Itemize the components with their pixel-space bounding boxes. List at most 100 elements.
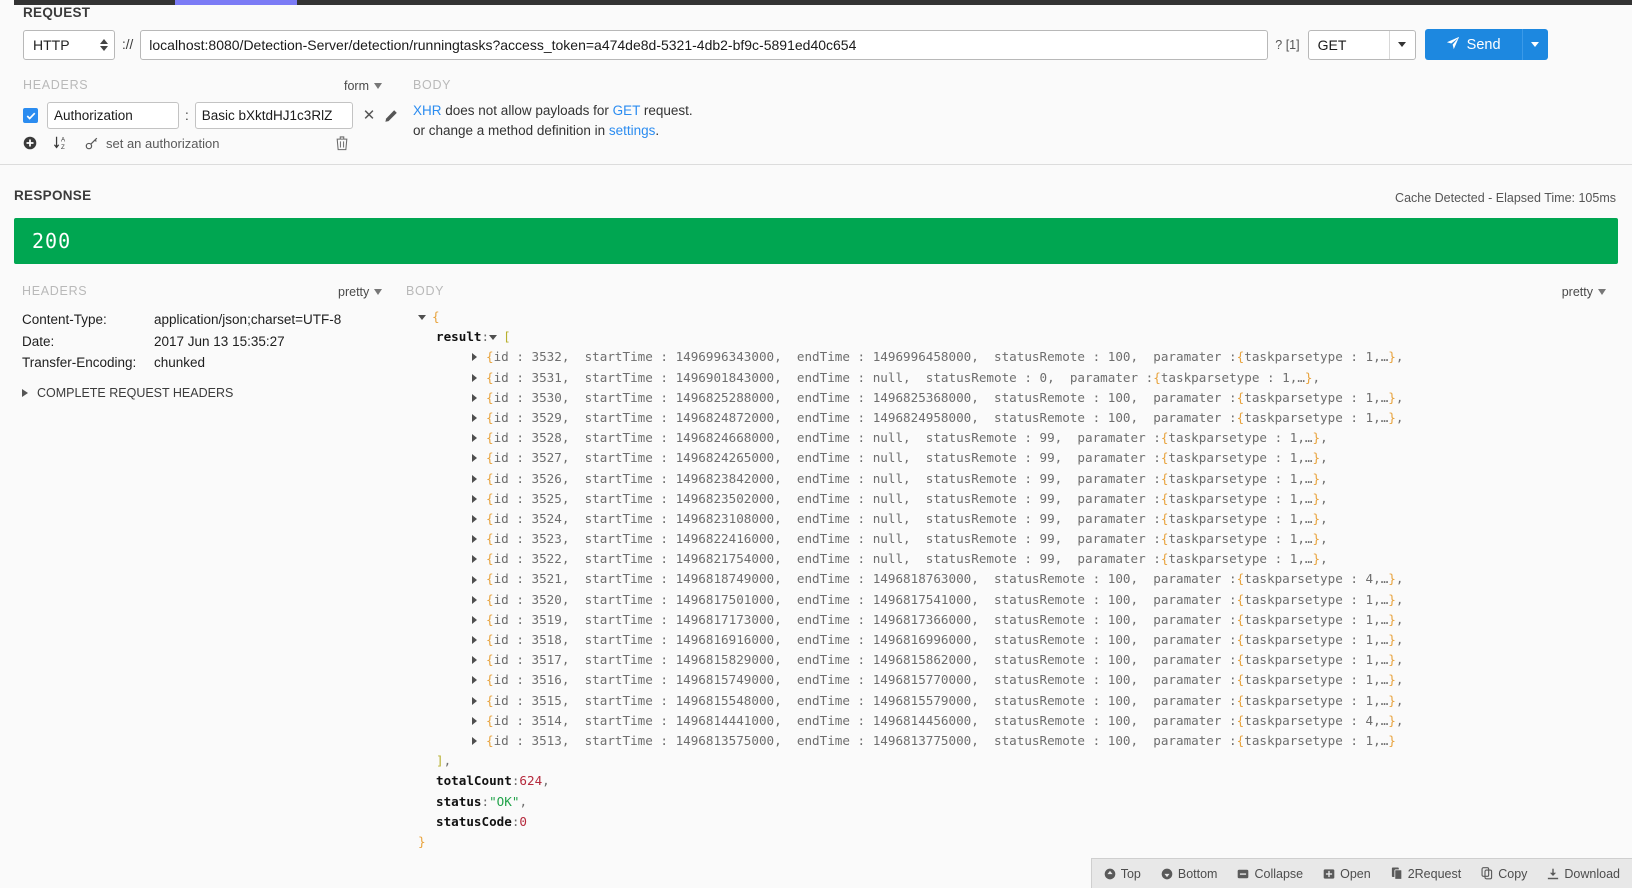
- chevron-right-icon[interactable]: [472, 373, 486, 382]
- json-root-open[interactable]: {: [418, 307, 1622, 327]
- json-result-row[interactable]: { id : 3528, startTime : 1496824668000, …: [418, 428, 1622, 448]
- request-headers-label: HEADERS: [23, 78, 89, 92]
- request-panel: REQUEST HTTP :// localhost:8080/Detectio…: [0, 5, 1632, 165]
- request-body-label: BODY: [413, 78, 452, 92]
- json-result-row[interactable]: { id : 3529, startTime : 1496824872000, …: [418, 408, 1622, 428]
- body-note-mid: does not allow payloads for: [441, 103, 613, 118]
- toolbar-item-label: Open: [1340, 866, 1371, 881]
- json-result-row[interactable]: { id : 3531, startTime : 1496901843000, …: [418, 368, 1622, 388]
- chevron-right-icon[interactable]: [472, 656, 486, 665]
- chevron-right-icon[interactable]: [472, 514, 486, 523]
- toolbar-item-label: Download: [1564, 866, 1620, 881]
- sort-az-icon[interactable]: AZ: [53, 135, 69, 151]
- protocol-select[interactable]: HTTP: [23, 29, 115, 60]
- chevron-right-icon[interactable]: [472, 575, 486, 584]
- method-value: GET: [1317, 36, 1347, 53]
- chevron-right-icon[interactable]: [472, 474, 486, 483]
- url-input[interactable]: localhost:8080/Detection-Server/detectio…: [140, 29, 1269, 60]
- chevron-right-icon[interactable]: [472, 615, 486, 624]
- json-result-row[interactable]: { id : 3516, startTime : 1496815749000, …: [418, 670, 1622, 690]
- toolbar-bottom-button[interactable]: Bottom: [1161, 867, 1217, 881]
- json-result-row[interactable]: { id : 3517, startTime : 1496815829000, …: [418, 650, 1622, 670]
- copy-icon: [1481, 867, 1493, 880]
- toolbar-open-button[interactable]: Open: [1323, 867, 1371, 881]
- complete-request-headers-toggle[interactable]: COMPLETE REQUEST HEADERS: [22, 386, 233, 400]
- chevron-right-icon[interactable]: [472, 393, 486, 402]
- response-header-row: Date: 2017 Jun 13 15:35:27: [22, 331, 341, 353]
- send-label: Send: [1466, 36, 1501, 53]
- json-result-row[interactable]: { id : 3532, startTime : 1496996343000, …: [418, 347, 1622, 367]
- toolbar-collapse-button[interactable]: Collapse: [1237, 867, 1303, 881]
- json-result-row[interactable]: { id : 3519, startTime : 1496817173000, …: [418, 610, 1622, 630]
- method-caret-icon[interactable]: [1388, 30, 1415, 59]
- json-result-row[interactable]: { id : 3520, startTime : 1496817501000, …: [418, 590, 1622, 610]
- response-body-mode-dropdown[interactable]: pretty: [1562, 285, 1606, 299]
- protocol-value: HTTP: [33, 36, 70, 53]
- request-headers-mode-dropdown[interactable]: form: [344, 79, 382, 93]
- chevron-right-icon[interactable]: [472, 494, 486, 503]
- url-value: localhost:8080/Detection-Server/detectio…: [149, 36, 857, 53]
- get-method-link[interactable]: GET: [613, 103, 641, 118]
- json-result-row[interactable]: { id : 3521, startTime : 1496818749000, …: [418, 569, 1622, 589]
- json-result-row[interactable]: { id : 3526, startTime : 1496823842000, …: [418, 469, 1622, 489]
- key-icon: [85, 136, 99, 150]
- json-result-row[interactable]: { id : 3518, startTime : 1496816916000, …: [418, 630, 1622, 650]
- response-headers-mode-dropdown[interactable]: pretty: [338, 285, 383, 299]
- xhr-link[interactable]: XHR: [413, 103, 442, 118]
- chevron-right-icon[interactable]: [472, 434, 486, 443]
- complete-request-headers-label: COMPLETE REQUEST HEADERS: [37, 386, 234, 400]
- svg-text:A: A: [61, 137, 66, 144]
- chevron-right-icon[interactable]: [472, 636, 486, 645]
- json-body-viewer[interactable]: {result : [{ id : 3532, startTime : 1496…: [418, 307, 1622, 858]
- json-result-row[interactable]: { id : 3525, startTime : 1496823502000, …: [418, 489, 1622, 509]
- chevron-right-icon[interactable]: [472, 716, 486, 725]
- response-headers-mode-value: pretty: [338, 285, 370, 299]
- json-result-row[interactable]: { id : 3527, startTime : 1496824265000, …: [418, 448, 1622, 468]
- json-result-row[interactable]: { id : 3530, startTime : 1496825288000, …: [418, 388, 1622, 408]
- chevron-right-icon[interactable]: [472, 696, 486, 705]
- chevron-right-icon[interactable]: [472, 414, 486, 423]
- toolbar-2request-button[interactable]: 2Request: [1391, 867, 1461, 881]
- chevron-right-icon[interactable]: [472, 595, 486, 604]
- add-header-icon[interactable]: [23, 136, 37, 150]
- json-result-key-line[interactable]: result : [: [418, 327, 1622, 347]
- method-select[interactable]: GET: [1307, 29, 1416, 60]
- json-result-row[interactable]: { id : 3514, startTime : 1496814441000, …: [418, 711, 1622, 731]
- send-plane-icon: [1446, 36, 1460, 54]
- header-row: Authorization : Basic bXktdHJ1c3RlZ ✕: [23, 102, 398, 129]
- toolbar-copy-button[interactable]: Copy: [1481, 867, 1527, 881]
- body-note-post: request.: [640, 103, 693, 118]
- chevron-right-icon[interactable]: [472, 535, 486, 544]
- chevron-right-icon[interactable]: [472, 737, 486, 746]
- chevron-right-icon[interactable]: [472, 676, 486, 685]
- status-bar: 200: [14, 218, 1618, 264]
- chevron-right-icon[interactable]: [472, 353, 486, 362]
- send-button[interactable]: Send: [1424, 29, 1522, 60]
- json-result-row[interactable]: { id : 3515, startTime : 1496815548000, …: [418, 691, 1622, 711]
- json-result-row[interactable]: { id : 3513, startTime : 1496813575000, …: [418, 731, 1622, 751]
- header-value-input[interactable]: Basic bXktdHJ1c3RlZ: [194, 102, 353, 129]
- request-body-note-line2: or change a method definition in setting…: [413, 121, 693, 141]
- toolbar-download-button[interactable]: Download: [1547, 867, 1620, 881]
- json-result-row[interactable]: { id : 3522, startTime : 1496821754000, …: [418, 549, 1622, 569]
- response-headers-table: Content-Type: application/json;charset=U…: [22, 309, 341, 374]
- json-result-row[interactable]: { id : 3523, startTime : 1496822416000, …: [418, 529, 1622, 549]
- chevron-right-icon[interactable]: [472, 454, 486, 463]
- set-authorization-link[interactable]: set an authorization: [106, 136, 219, 151]
- chevron-right-icon[interactable]: [472, 555, 486, 564]
- remove-header-icon[interactable]: ✕: [363, 108, 376, 123]
- status-code: 200: [32, 229, 72, 253]
- json-result-row[interactable]: { id : 3524, startTime : 1496823108000, …: [418, 509, 1622, 529]
- header-key-input[interactable]: Authorization: [47, 102, 179, 129]
- header-enabled-checkbox[interactable]: [23, 108, 38, 123]
- edit-header-icon[interactable]: [384, 109, 398, 123]
- toolbar-top-button[interactable]: Top: [1104, 867, 1141, 881]
- settings-link[interactable]: settings: [609, 123, 656, 138]
- json-result-close: ],: [436, 753, 452, 769]
- chevron-down-icon[interactable]: [489, 334, 503, 340]
- delete-all-headers-icon[interactable]: [335, 135, 349, 151]
- send-options-button[interactable]: [1521, 29, 1548, 60]
- header-colon: :: [185, 108, 189, 123]
- chevron-down-icon[interactable]: [418, 314, 432, 320]
- toolbar-item-label: Copy: [1498, 866, 1528, 881]
